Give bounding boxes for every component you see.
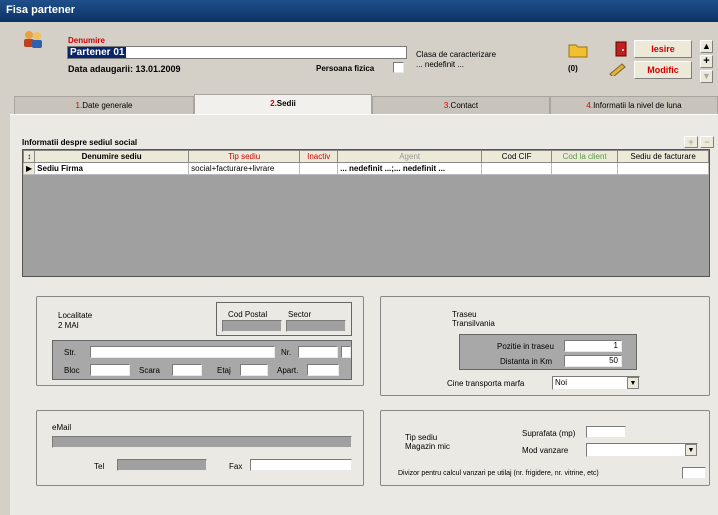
- block-field[interactable]: [90, 364, 130, 376]
- phone-field[interactable]: [117, 459, 207, 471]
- class-label: Clasa de caracterizare: [416, 50, 497, 59]
- partners-icon: [24, 31, 42, 48]
- col-agent[interactable]: Agent: [337, 150, 483, 163]
- sector-field[interactable]: [286, 320, 346, 332]
- apartment-field[interactable]: [307, 364, 339, 376]
- fax-label: Fax: [229, 462, 243, 471]
- locality-value[interactable]: 2 MAI: [58, 321, 79, 330]
- floor-label: Etaj: [217, 366, 231, 375]
- divisor-label: Divizor pentru calcul vanzari pe utilaj …: [398, 470, 599, 477]
- col-client-code[interactable]: Cod la client: [551, 150, 619, 163]
- add-row-icon[interactable]: +: [684, 136, 698, 148]
- partner-name-field[interactable]: Partener 01: [67, 46, 407, 59]
- modify-button[interactable]: Modific: [634, 61, 692, 79]
- area-field[interactable]: [586, 426, 626, 438]
- name-label: Denumire: [68, 36, 105, 45]
- phone-label: Tel: [94, 462, 105, 471]
- number-suffix-field[interactable]: [341, 346, 351, 358]
- delete-row-icon[interactable]: −: [700, 136, 714, 148]
- col-cif[interactable]: Cod CIF: [481, 150, 553, 163]
- date-added: Data adaugarii: 13.01.2009: [68, 64, 181, 74]
- email-field[interactable]: [52, 436, 352, 448]
- person-type-checkbox[interactable]: [393, 62, 404, 73]
- block-label: Bloc: [64, 366, 80, 375]
- fax-field[interactable]: [250, 459, 352, 471]
- store-type-label: Tip sediu: [405, 433, 438, 442]
- position-label: Pozitie in traseu: [497, 342, 554, 351]
- col-sort-icon[interactable]: ↕: [22, 150, 36, 163]
- number-label: Nr.: [281, 348, 292, 357]
- doc-count: (0): [568, 64, 578, 73]
- street-field[interactable]: [90, 346, 275, 358]
- postal-code-label: Cod Postal: [228, 310, 268, 319]
- tab-general[interactable]: 1.Date generale: [14, 96, 194, 114]
- grid-title: Informatii despre sediul social: [22, 138, 138, 147]
- table-row[interactable]: ▶ Sediu Firma social+facturare+livrare .…: [22, 162, 709, 175]
- email-label: eMail: [52, 423, 72, 432]
- stair-label: Scara: [139, 366, 160, 375]
- window-title: Fisa partener: [0, 0, 718, 22]
- tab-monthly-info[interactable]: 4.Informatii la nivel de luna: [550, 96, 718, 114]
- route-label: Traseu: [452, 310, 477, 319]
- exit-button[interactable]: Iesire: [634, 40, 692, 58]
- sales-mode-dropdown-icon[interactable]: ▼: [685, 444, 697, 456]
- locations-grid[interactable]: ↕ Denumire sediu Tip sediu Inactiv Agent…: [22, 149, 710, 277]
- locality-label: Localitate: [58, 311, 93, 320]
- tab-contact[interactable]: 3.Contact: [372, 96, 550, 114]
- sales-mode-select[interactable]: [586, 443, 698, 457]
- move-up-icon[interactable]: ▲: [700, 40, 713, 53]
- folder-icon[interactable]: [568, 42, 588, 58]
- tab-locations[interactable]: 2.Sedii: [194, 94, 372, 114]
- cell-location-name[interactable]: Sediu Firma: [34, 162, 190, 175]
- col-location-name[interactable]: Denumire sediu: [34, 150, 190, 163]
- contact-panel: [36, 410, 364, 486]
- transport-label: Cine transporta marfa: [447, 379, 525, 388]
- divisor-field[interactable]: [682, 467, 706, 479]
- store-type-value[interactable]: Magazin mic: [405, 442, 450, 451]
- transport-dropdown-icon[interactable]: ▼: [627, 377, 639, 389]
- exit-door-icon: [615, 41, 627, 57]
- route-value[interactable]: Transilvania: [452, 319, 495, 328]
- move-down-icon[interactable]: ▼: [700, 70, 713, 83]
- stair-field[interactable]: [172, 364, 202, 376]
- person-type-label: Persoana fizica: [316, 64, 375, 73]
- col-inactive[interactable]: Inactiv: [299, 150, 339, 163]
- distance-label: Distanta in Km: [500, 357, 553, 366]
- col-billing-location[interactable]: Sediu de facturare: [617, 150, 709, 163]
- distance-field[interactable]: 50: [564, 355, 622, 367]
- apartment-label: Apart.: [277, 366, 299, 375]
- cell-cif[interactable]: [481, 162, 553, 175]
- area-label: Suprafata (mp): [522, 429, 576, 438]
- number-field[interactable]: [298, 346, 338, 358]
- sales-mode-label: Mod vanzare: [522, 446, 569, 455]
- cell-inactive[interactable]: [299, 162, 339, 175]
- cell-billing-location[interactable]: [617, 162, 709, 175]
- row-indicator: ▶: [22, 162, 36, 175]
- cell-agent[interactable]: ... nedefinit ...;... nedefinit ...: [337, 162, 483, 175]
- cell-client-code[interactable]: [551, 162, 619, 175]
- street-label: Str.: [64, 348, 77, 357]
- floor-field[interactable]: [240, 364, 268, 376]
- col-location-type[interactable]: Tip sediu: [188, 150, 301, 163]
- cell-location-type[interactable]: social+facturare+livrare: [188, 162, 301, 175]
- postal-code-field[interactable]: [222, 320, 282, 332]
- edit-pencil-icon: [609, 63, 626, 76]
- position-field[interactable]: 1: [564, 340, 622, 352]
- class-value[interactable]: ... nedefinit ...: [416, 60, 464, 69]
- sector-label: Sector: [288, 310, 312, 319]
- add-icon[interactable]: +: [700, 55, 713, 68]
- grid-header-row: ↕ Denumire sediu Tip sediu Inactiv Agent…: [22, 150, 709, 163]
